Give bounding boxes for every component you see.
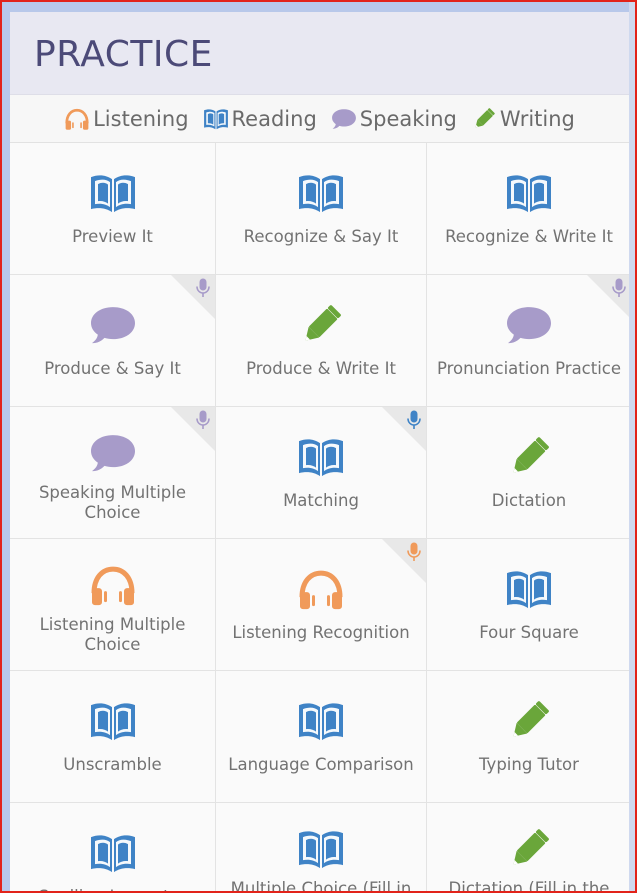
microphone-badge (587, 275, 629, 319)
headphones-icon (64, 107, 90, 131)
book-icon (297, 827, 345, 871)
activity-tile-pronunciation-practice[interactable]: Pronunciation Practice (427, 275, 629, 406)
activity-label: Spelling Inspector (10, 887, 215, 891)
activity-tile-typing-tutor[interactable]: Typing Tutor (427, 671, 629, 802)
book-icon (89, 699, 137, 743)
activity-grid: Preview It Recognize & Say It Recognize … (10, 143, 629, 891)
activity-label: Unscramble (63, 755, 162, 774)
activity-tile-produce-write-it[interactable]: Produce & Write It (216, 275, 426, 406)
book-icon (297, 699, 345, 743)
microphone-badge (382, 407, 426, 451)
pencil-icon (505, 827, 553, 871)
legend-label: Writing (499, 106, 575, 131)
speech-bubble-icon (89, 303, 137, 347)
headphones-icon (297, 567, 345, 611)
activity-tile-unscramble[interactable]: Unscramble (10, 671, 215, 802)
activity-tile-listening-recognition[interactable]: Listening Recognition (216, 539, 426, 670)
pencil-icon (297, 303, 345, 347)
practice-panel: PRACTICE Listening Reading Speaking Writ (2, 2, 635, 891)
speech-bubble-icon (331, 107, 357, 131)
practice-panel-inner: PRACTICE Listening Reading Speaking Writ (10, 12, 629, 891)
activity-tile-matching[interactable]: Matching (216, 407, 426, 538)
activity-label: Listening Recognition (232, 623, 410, 642)
microphone-badge (382, 539, 426, 583)
microphone-badge (171, 407, 215, 451)
activity-label: Dictation (Fill in the Blank) (448, 879, 610, 891)
activity-label: Language Comparison (228, 755, 414, 774)
activity-tile-dictation[interactable]: Dictation (427, 407, 629, 538)
activity-tile-recognize-write-it[interactable]: Recognize & Write It (427, 143, 629, 274)
speech-bubble-icon (505, 303, 553, 347)
activity-tile-four-square[interactable]: Four Square (427, 539, 629, 670)
activity-label: Listening Multiple Choice (39, 615, 186, 654)
activity-label: Recognize & Write It (445, 227, 613, 246)
activity-label: Matching (283, 491, 359, 510)
legend-label: Reading (231, 106, 317, 131)
book-icon (297, 435, 345, 479)
microphone-badge (171, 275, 215, 319)
book-icon (505, 567, 553, 611)
legend-item-writing: Writing (471, 107, 575, 131)
book-icon (89, 171, 137, 215)
book-icon (505, 171, 553, 215)
headphones-icon (89, 563, 137, 607)
pencil-icon (471, 107, 497, 131)
activity-tile-recognize-say-it[interactable]: Recognize & Say It (216, 143, 426, 274)
activity-label: Recognize & Say It (243, 227, 399, 246)
activity-label: Produce & Say It (44, 359, 181, 378)
pencil-icon (505, 699, 553, 743)
activity-tile-dictation-fill-in-the-blank[interactable]: Dictation (Fill in the Blank) (427, 803, 629, 891)
activity-tile-multiple-choice-fill-in-the-blank[interactable]: Multiple Choice (Fill in the Blank) (216, 803, 426, 891)
activity-tile-spelling-inspector[interactable]: Spelling Inspector (10, 803, 215, 891)
activity-label: Produce & Write It (246, 359, 396, 378)
page-title: PRACTICE (34, 34, 213, 75)
activity-label: Dictation (491, 491, 567, 510)
activity-tile-listening-multiple-choice[interactable]: Listening Multiple Choice (10, 539, 215, 670)
legend-label: Listening (93, 106, 189, 131)
activity-label: Speaking Multiple Choice (38, 483, 187, 522)
activity-label: Pronunciation Practice (436, 359, 622, 378)
activity-label: Four Square (479, 623, 579, 642)
activity-label: Multiple Choice (Fill in the Blank) (230, 879, 412, 891)
book-icon (297, 171, 345, 215)
book-icon (89, 831, 137, 875)
activity-label: Typing Tutor (479, 755, 579, 774)
book-icon (203, 107, 229, 131)
legend-item-listening: Listening (64, 106, 189, 131)
pencil-icon (505, 435, 553, 479)
activity-tile-speaking-multiple-choice[interactable]: Speaking Multiple Choice (10, 407, 215, 538)
activity-tile-produce-say-it[interactable]: Produce & Say It (10, 275, 215, 406)
activity-tile-preview-it[interactable]: Preview It (10, 143, 215, 274)
activity-label: Preview It (72, 227, 153, 246)
legend-item-speaking: Speaking (331, 107, 457, 131)
skill-legend: Listening Reading Speaking Writing (10, 95, 629, 143)
activity-tile-language-comparison[interactable]: Language Comparison (216, 671, 426, 802)
speech-bubble-icon (89, 431, 137, 475)
legend-label: Speaking (359, 106, 457, 131)
legend-item-reading: Reading (203, 107, 317, 131)
scrollbar[interactable] (629, 2, 635, 891)
practice-header: PRACTICE (10, 12, 629, 95)
